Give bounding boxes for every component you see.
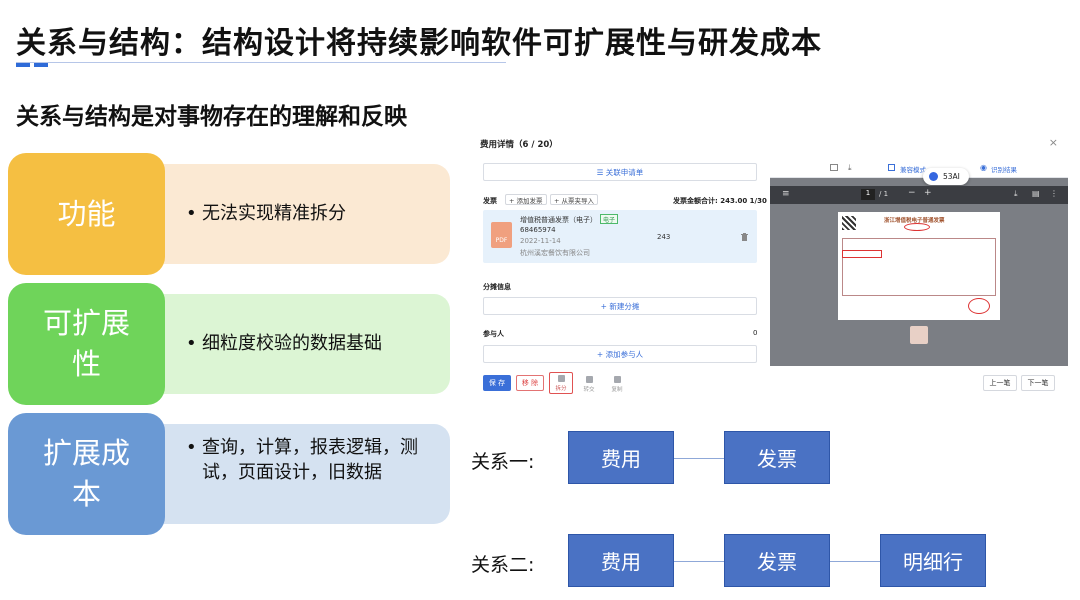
relation-connector: [830, 561, 880, 562]
row-scalability: 可扩展性 细粒度校验的数据基础: [8, 283, 450, 405]
viewer-toolbar: ⤓ 兼容模式 ◉ 识别结果: [770, 158, 1068, 178]
row-bullets: 无法实现精准拆分: [186, 201, 430, 226]
invoice-number: 68465974: [520, 226, 556, 234]
expense-detail-header: 费用详情（6 / 20）: [480, 140, 558, 150]
pdf-toolbar: ≡ 1 / 1 − + ⤓ ▤ ⋮: [770, 186, 1068, 204]
invoice-company: 杭州溪宏餐饮有限公司: [520, 249, 590, 257]
close-icon[interactable]: ×: [1049, 136, 1058, 149]
electronic-badge: 电子: [600, 214, 619, 224]
add-invoice-button[interactable]: + 添加发票: [505, 194, 547, 205]
row-function: 功能 无法实现精准拆分: [8, 153, 450, 275]
split-button[interactable]: 拆分: [549, 372, 573, 394]
compat-mode-label[interactable]: 兼容模式: [900, 164, 926, 174]
red-box-annotation: [842, 250, 882, 258]
relation-connector: [674, 458, 724, 459]
qr-code-icon: [842, 216, 856, 230]
recognize-result-label[interactable]: 识别结果: [991, 164, 1017, 174]
zoom-in-icon[interactable]: +: [924, 188, 932, 198]
download-icon[interactable]: ⤓: [848, 163, 852, 173]
page-thumbnail[interactable]: [910, 326, 928, 344]
invoice-document: 浙江增值税电子普通发票: [838, 212, 1000, 320]
relation-two-label: 关系二:: [471, 554, 535, 576]
more-icon[interactable]: ⋮: [1050, 189, 1058, 198]
row-bullets: 细粒度校验的数据基础: [186, 331, 430, 356]
expense-detail-screenshot: 费用详情（6 / 20） × ☰ 关联申请单 发票 + 添加发票 + 从票夹导入…: [470, 130, 1070, 400]
53ai-label: 53AI: [943, 172, 960, 181]
invoice-label: 发票: [483, 197, 497, 205]
relation-two-box-expense: 费用: [568, 534, 674, 587]
download-pdf-icon[interactable]: ⤓: [1014, 189, 1018, 199]
relation-connector: [674, 561, 724, 562]
row-bullets: 查询，计算，报表逻辑，测试，页面设计，旧数据: [186, 435, 430, 485]
row-bullet: 查询，计算，报表逻辑，测试，页面设计，旧数据: [186, 435, 430, 485]
slide-title: 关系与结构：结构设计将持续影响软件可扩展性与研发成本: [16, 26, 822, 61]
row-bullet: 无法实现精准拆分: [186, 201, 430, 226]
print-icon[interactable]: ▤: [1032, 189, 1040, 198]
new-split-button[interactable]: + 新建分摊: [483, 297, 757, 315]
relation-one-box-expense: 费用: [568, 431, 674, 484]
split-label: 拆分: [555, 386, 567, 392]
eye-icon[interactable]: ◉: [980, 163, 987, 172]
invoice-date: 2022-11-14: [520, 237, 561, 245]
invoice-amount: 243: [657, 233, 671, 241]
bot-icon: [929, 172, 938, 181]
compat-icon[interactable]: [888, 164, 895, 171]
split-info-label: 分摊信息: [483, 283, 511, 291]
title-accent-dash: [16, 63, 30, 67]
red-circle-annotation: [904, 223, 930, 231]
copy-button[interactable]: 复制: [605, 372, 629, 394]
row-tag-text: 可扩展性: [42, 306, 130, 381]
row-tag-text: 扩展成本: [42, 436, 130, 511]
relation-one-label: 关系一:: [471, 451, 535, 473]
page-total: / 1: [879, 190, 889, 198]
relation-two-box-line-item: 明细行: [880, 534, 986, 587]
title-underline: [16, 62, 506, 63]
page-input[interactable]: 1: [861, 189, 875, 200]
remove-button[interactable]: 移 除: [516, 375, 544, 391]
slide-subtitle: 关系与结构是对事物存在的理解和反映: [16, 104, 407, 130]
participants-count: 0: [753, 329, 758, 337]
invoice-seal-icon: [968, 298, 990, 314]
participants-label: 参与人: [483, 330, 504, 338]
add-participant-button[interactable]: + 添加参与人: [483, 345, 757, 363]
user-icon: [585, 376, 593, 383]
split-icon: [557, 375, 565, 382]
menu-icon[interactable]: ≡: [782, 189, 790, 199]
row-bullet: 细粒度校验的数据基础: [186, 331, 430, 356]
invoice-total: 发票金额合计: 243.00 1/30: [673, 197, 767, 205]
title-accent-dash: [34, 63, 48, 67]
row-tag: 扩展成本: [8, 413, 165, 535]
invoice-item[interactable]: PDF 增值税普通发票（电子） 电子 68465974 2022-11-14 杭…: [483, 210, 757, 263]
transfer-button[interactable]: 转交: [577, 372, 601, 394]
prev-button[interactable]: 上一笔: [983, 375, 1017, 391]
relation-one-box-invoice: 发票: [724, 431, 830, 484]
53ai-badge[interactable]: 53AI: [923, 168, 969, 185]
import-folder-button[interactable]: + 从票夹导入: [550, 194, 599, 205]
pdf-icon: PDF: [491, 222, 512, 248]
invoice-name: 增值税普通发票（电子）: [520, 216, 597, 224]
next-button[interactable]: 下一笔: [1021, 375, 1055, 391]
row-tag: 功能: [8, 153, 165, 275]
relation-two-box-invoice: 发票: [724, 534, 830, 587]
copy-label: 复制: [611, 387, 623, 393]
transfer-label: 转交: [583, 387, 595, 393]
save-button[interactable]: 保 存: [483, 375, 511, 391]
trash-icon[interactable]: [741, 233, 748, 241]
fullscreen-icon[interactable]: [830, 164, 838, 171]
link-request-button[interactable]: ☰ 关联申请单: [483, 163, 757, 181]
row-tag: 可扩展性: [8, 283, 165, 405]
zoom-out-icon[interactable]: −: [908, 188, 916, 198]
row-extension-cost: 扩展成本 查询，计算，报表逻辑，测试，页面设计，旧数据: [8, 413, 450, 535]
copy-icon: [613, 376, 621, 383]
invoice-table: [842, 238, 996, 296]
